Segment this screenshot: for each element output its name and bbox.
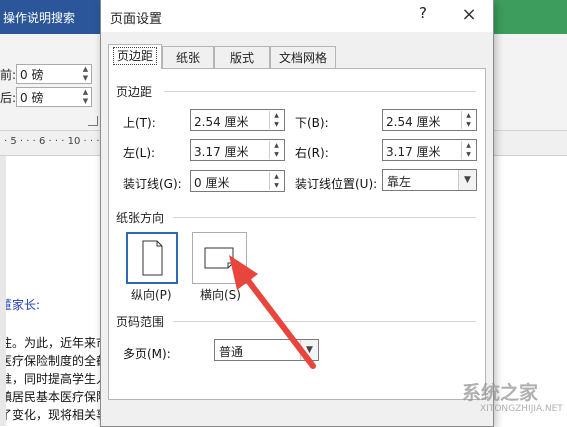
tab-margins[interactable]: 页边距 (108, 44, 162, 69)
watermark-logo: 系统之家 (462, 382, 539, 404)
annotation-arrow-icon (229, 255, 316, 369)
watermark-url: XITONGZHIJIA.NET (480, 404, 563, 414)
tab-margins-label: 页边距 (112, 47, 157, 65)
